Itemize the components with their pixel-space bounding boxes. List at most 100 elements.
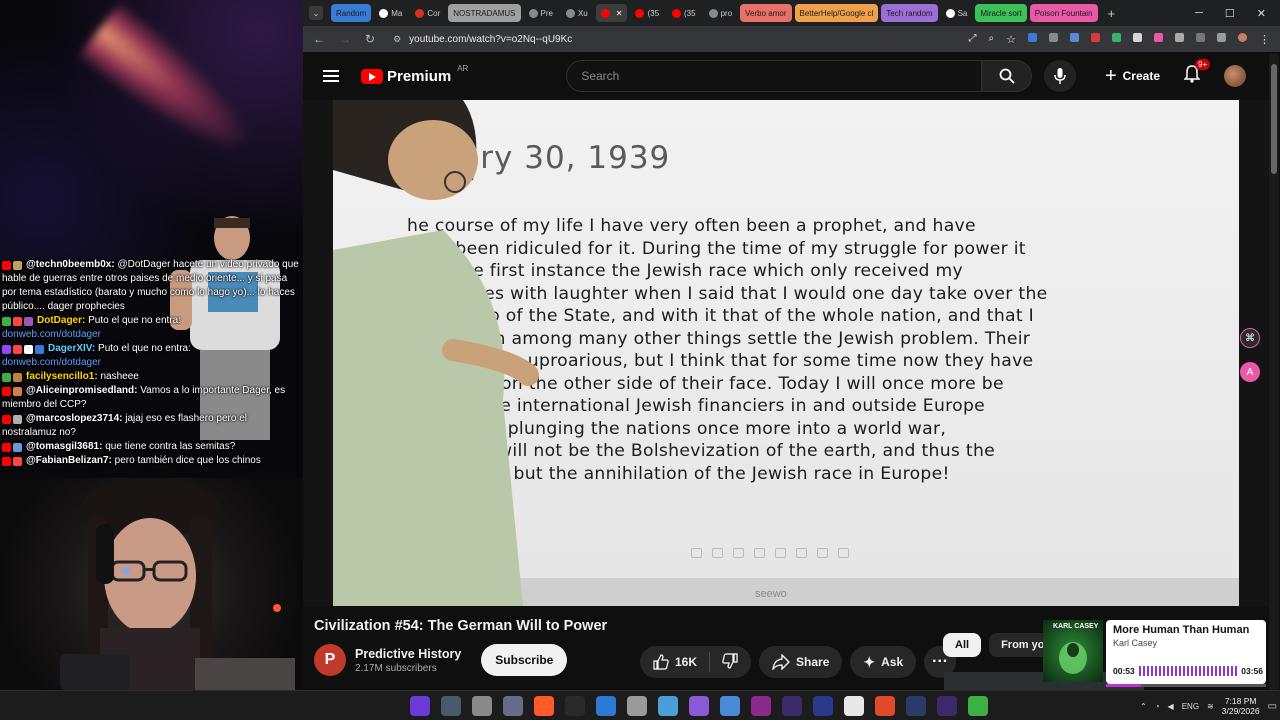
taskbar-app-icon[interactable] — [596, 696, 616, 716]
minimize-button[interactable]: ─ — [1195, 7, 1203, 20]
browser-tab[interactable]: BetterHelp/Google cl — [794, 4, 879, 22]
extension-icon[interactable] — [1028, 32, 1037, 42]
video-player[interactable]: seewo nuary 30, 1939 he course of my lif… — [303, 100, 1271, 606]
ask-button[interactable]: ✦ Ask — [850, 646, 917, 678]
browser-tab[interactable]: Tech random — [881, 4, 938, 22]
input-language[interactable]: ENG — [1182, 702, 1199, 711]
back-button[interactable]: ← — [313, 32, 325, 46]
channel-name[interactable]: Predictive History — [355, 647, 461, 661]
chat-badge-icon — [24, 317, 33, 327]
browser-tab[interactable]: pro — [704, 4, 738, 22]
taskbar-app-icon[interactable] — [689, 696, 709, 716]
channel-avatar[interactable]: P — [314, 644, 346, 676]
browser-tab[interactable]: (35 — [630, 4, 664, 22]
reload-button[interactable]: ↻ — [365, 32, 375, 46]
browser-tab[interactable]: Xu — [561, 4, 593, 22]
chip-all[interactable]: All — [943, 633, 982, 657]
taskbar-app-icon[interactable] — [410, 696, 430, 716]
translate-icon[interactable]: ⌘ — [1240, 328, 1260, 348]
close-window-button[interactable]: ✕ — [1257, 7, 1266, 20]
browser-tab[interactable]: NOSTRADAMUS — [448, 4, 521, 22]
browser-tab[interactable]: Poison Fountain — [1029, 4, 1098, 22]
share-button[interactable]: Share — [759, 646, 843, 678]
tab-search-button[interactable]: ⌄ — [309, 6, 323, 20]
search-input[interactable]: Search — [566, 60, 983, 92]
network-icon[interactable]: ◔ — [1155, 702, 1160, 711]
chat-link[interactable]: donweb.com/dotdager — [2, 356, 301, 370]
browser-tab[interactable]: Sa — [941, 4, 973, 22]
browser-tab[interactable]: ✕ — [595, 4, 628, 22]
page-scrollbar[interactable] — [1269, 54, 1279, 690]
notifications-button[interactable]: 9+ — [1183, 58, 1211, 88]
taskbar-app-icon[interactable] — [937, 696, 957, 716]
tray-chevron-icon[interactable]: ⌃ — [1140, 702, 1147, 711]
chat-link[interactable]: donweb.com/dotdager — [2, 328, 301, 342]
taskbar-app-icon[interactable] — [720, 696, 740, 716]
subscribe-button[interactable]: Subscribe — [481, 644, 568, 676]
taskbar-app-icon[interactable] — [534, 696, 554, 716]
hamburger-menu-icon[interactable] — [323, 70, 339, 82]
like-count: 16K — [675, 655, 698, 669]
chat-text: Puto el que no entra: — [98, 343, 191, 354]
voice-search-button[interactable] — [1044, 60, 1077, 92]
taskbar-app-icon[interactable] — [565, 696, 585, 716]
chat-text: que tiene contra las semitas? — [105, 441, 236, 452]
taskbar-app-icon[interactable] — [875, 696, 895, 716]
taskbar-app-icon[interactable] — [813, 696, 833, 716]
browser-tab[interactable]: Pre — [524, 4, 558, 22]
taskbar-app-icon[interactable] — [782, 696, 802, 716]
sidebar-icon[interactable] — [1196, 32, 1205, 42]
wifi-icon[interactable]: ≋ — [1207, 702, 1214, 711]
taskbar-app-icon[interactable] — [968, 696, 988, 716]
like-button[interactable]: 16K — [653, 654, 697, 670]
new-tab-button[interactable]: + — [1108, 6, 1116, 21]
assistant-icon[interactable]: A — [1240, 362, 1260, 382]
browser-tab[interactable]: Miracle sort — [975, 4, 1027, 22]
browser-tab[interactable]: Ma — [374, 4, 407, 22]
extension-icon[interactable] — [1091, 32, 1100, 42]
taskbar-app-icon[interactable] — [441, 696, 461, 716]
browser-tab[interactable]: Verbo amor — [740, 4, 792, 22]
youtube-header: Premium AR Search + Create 9+ — [303, 52, 1280, 100]
streamer — [60, 478, 295, 690]
chat-username: DotDager: — [37, 315, 86, 326]
profile-icon[interactable] — [1238, 32, 1247, 42]
extension-icon[interactable] — [1154, 32, 1163, 42]
more-menu-icon[interactable]: ⋮ — [1259, 33, 1270, 46]
create-button[interactable]: + Create — [1105, 65, 1160, 88]
extension-icon[interactable] — [1112, 32, 1121, 42]
taskbar-app-icon[interactable] — [627, 696, 647, 716]
maximize-button[interactable]: ☐ — [1225, 7, 1235, 20]
taskbar-app-icon[interactable] — [658, 696, 678, 716]
taskbar-app-icon[interactable] — [472, 696, 492, 716]
taskbar-app-icon[interactable] — [906, 696, 926, 716]
install-icon[interactable]: ⤢ — [969, 33, 977, 46]
account-avatar[interactable] — [1224, 65, 1246, 87]
browser-tab[interactable]: Cor — [410, 4, 445, 22]
forward-button[interactable]: → — [339, 32, 351, 46]
search-button[interactable] — [982, 60, 1033, 92]
youtube-logo[interactable]: Premium AR — [361, 64, 468, 85]
extension-icon[interactable] — [1049, 32, 1058, 42]
notifications-center-icon[interactable]: ▭ — [1268, 701, 1277, 712]
menu-icon[interactable] — [1217, 32, 1226, 42]
webcam-feed — [0, 478, 303, 690]
site-info-icon[interactable]: ⚙ — [393, 34, 401, 45]
zoom-icon[interactable]: ⌕ — [989, 33, 995, 46]
volume-icon[interactable]: ◀ — [1168, 702, 1174, 711]
clock[interactable]: 7:18 PM 3/29/2026 — [1222, 696, 1260, 716]
dislike-button[interactable] — [722, 652, 738, 672]
bookmark-star-icon[interactable]: ☆ — [1006, 33, 1016, 46]
tab-title: Ma — [391, 8, 403, 18]
browser-tab[interactable]: Random — [331, 4, 372, 22]
url-text[interactable]: youtube.com/watch?v=o2Nq--qU9Kc — [409, 34, 572, 45]
taskbar-app-icon[interactable] — [503, 696, 523, 716]
close-tab-icon[interactable]: ✕ — [616, 9, 623, 18]
plus-icon: + — [1104, 64, 1117, 87]
taskbar-app-icon[interactable] — [844, 696, 864, 716]
extension-icon[interactable] — [1070, 32, 1079, 42]
extension-icon[interactable] — [1133, 32, 1142, 42]
browser-tab[interactable]: (35 — [667, 4, 701, 22]
taskbar-app-icon[interactable] — [751, 696, 771, 716]
extensions-puzzle-icon[interactable] — [1175, 32, 1184, 42]
